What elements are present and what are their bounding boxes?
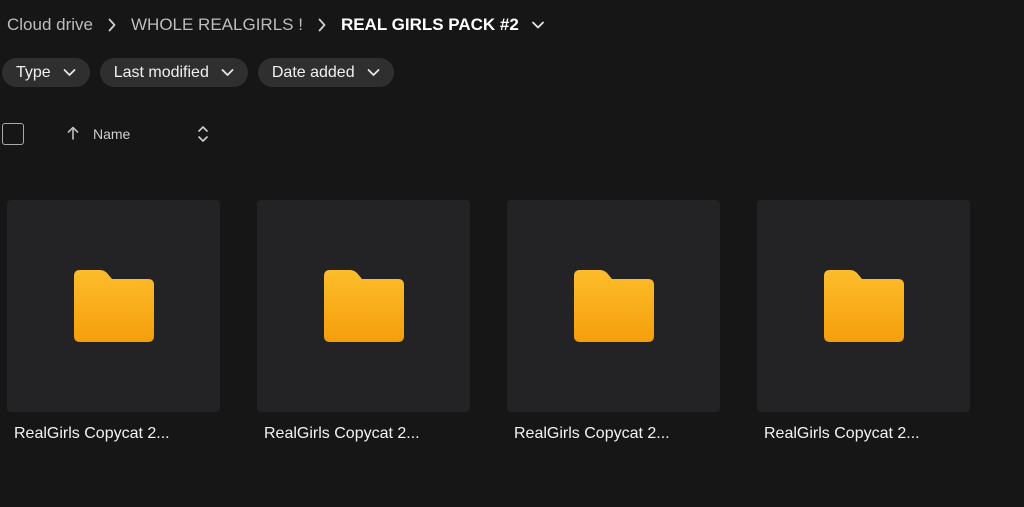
folder-tile[interactable]: RealGirls Copycat 2...: [507, 200, 720, 443]
folder-tile[interactable]: RealGirls Copycat 2...: [757, 200, 970, 443]
select-all-checkbox[interactable]: [2, 123, 24, 145]
chevron-down-icon: [63, 68, 76, 77]
filter-type-button[interactable]: Type: [2, 58, 90, 87]
folder-icon: [573, 270, 654, 342]
filter-last-modified-label: Last modified: [113, 63, 209, 81]
filter-date-added-label: Date added: [271, 63, 355, 81]
sort-toggle-icon[interactable]: [196, 124, 210, 149]
folder-tile[interactable]: RealGirls Copycat 2...: [257, 200, 470, 443]
chevron-right-icon: [93, 18, 131, 32]
filter-bar: Type Last modified Date added: [2, 58, 394, 87]
filter-date-added-button[interactable]: Date added: [257, 58, 394, 87]
breadcrumb-item-current-folder: REAL GIRLS PACK #2: [340, 15, 519, 34]
breadcrumb-item-whole-realgirls[interactable]: WHOLE REALGIRLS !: [131, 15, 303, 35]
folder-thumbnail[interactable]: [507, 200, 720, 412]
folder-tile[interactable]: RealGirls Copycat 2...: [7, 200, 220, 443]
folder-icon: [323, 270, 404, 342]
sort-name-label[interactable]: Name: [93, 126, 130, 142]
chevron-right-icon: [303, 18, 341, 32]
folder-name[interactable]: RealGirls Copycat 2...: [14, 425, 220, 443]
folder-thumbnail[interactable]: [257, 200, 470, 412]
filter-last-modified-button[interactable]: Last modified: [99, 58, 248, 87]
folder-name[interactable]: RealGirls Copycat 2...: [514, 425, 720, 443]
folder-name[interactable]: RealGirls Copycat 2...: [264, 425, 470, 443]
folder-thumbnail[interactable]: [7, 200, 220, 412]
chevron-down-icon[interactable]: [531, 20, 545, 30]
breadcrumb-item-cloud-drive[interactable]: Cloud drive: [7, 15, 93, 35]
folder-icon: [823, 270, 904, 342]
arrow-up-icon[interactable]: [66, 125, 80, 146]
chevron-down-icon: [367, 68, 380, 77]
sort-bar: Name: [2, 121, 208, 147]
chevron-down-icon: [221, 68, 234, 77]
folder-thumbnail[interactable]: [757, 200, 970, 412]
folder-name[interactable]: RealGirls Copycat 2...: [764, 425, 970, 443]
breadcrumb: Cloud drive WHOLE REALGIRLS ! REAL GIRLS…: [7, 14, 545, 36]
filter-type-label: Type: [16, 63, 51, 81]
folder-icon: [73, 270, 154, 342]
